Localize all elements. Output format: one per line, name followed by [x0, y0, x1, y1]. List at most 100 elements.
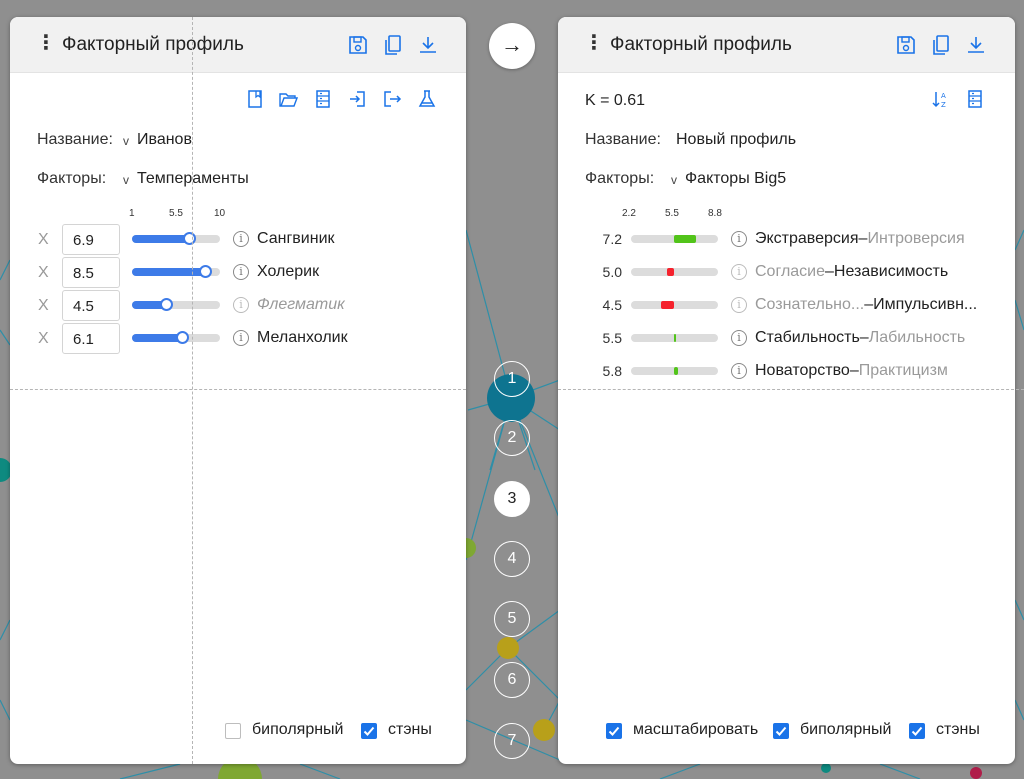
scale-min-label: 2.2 — [622, 208, 636, 219]
stens-checkbox[interactable] — [909, 723, 925, 739]
factors-label: Факторы: — [585, 170, 655, 187]
left-panel-header: ⋮ Факторный профиль — [10, 17, 466, 73]
factor-pole-names: Экстраверсия–Интроверсия — [755, 230, 965, 247]
stens-checkbox[interactable] — [361, 723, 377, 739]
list-icon[interactable] — [965, 89, 985, 109]
factor-bar — [661, 301, 674, 309]
profile-name-select[interactable]: Новый профиль — [676, 131, 796, 149]
info-icon[interactable]: i — [731, 297, 747, 313]
factor-value-input[interactable]: 6.1 — [62, 323, 120, 354]
kebab-menu-icon[interactable]: ⋮ — [584, 32, 604, 54]
step-6-button[interactable]: 6 — [494, 662, 530, 698]
book-icon[interactable] — [245, 89, 265, 109]
step-5-button[interactable]: 5 — [494, 601, 530, 637]
bipolar-checkbox[interactable] — [225, 723, 241, 739]
factor-name: Меланхолик — [257, 329, 348, 346]
factor-bar — [674, 367, 678, 375]
checkmark-icon — [363, 726, 375, 736]
remove-factor-button[interactable]: X — [38, 264, 49, 282]
right-factor-profile-panel: ⋮ Факторный профиль K = 0.61 AZ Название… — [558, 17, 1015, 764]
checkmark-icon — [775, 726, 787, 736]
factor-pole-names: Согласие–Независимость — [755, 263, 949, 280]
info-icon[interactable]: i — [731, 363, 747, 379]
checkmark-icon — [911, 726, 923, 736]
factors-select[interactable]: Факторы Big5 — [685, 170, 786, 188]
left-factor-profile-panel: ⋮ Факторный профиль Название: v Иванов Ф… — [10, 17, 466, 764]
remove-factor-button[interactable]: X — [38, 231, 49, 249]
factor-name: Холерик — [257, 263, 320, 280]
factor-name: Сангвиник — [257, 230, 335, 247]
slider-thumb[interactable] — [160, 298, 173, 311]
horizontal-guide-line — [10, 389, 466, 390]
bipolar-label: биполярный — [252, 721, 344, 738]
save-icon[interactable] — [347, 34, 369, 56]
info-icon[interactable]: i — [731, 231, 747, 247]
sort-az-icon[interactable]: AZ — [931, 89, 951, 109]
chevron-down-icon[interactable]: v — [123, 134, 129, 148]
list-icon[interactable] — [313, 89, 333, 109]
step-7-button[interactable]: 7 — [494, 723, 530, 759]
factors-label: Факторы: — [37, 170, 107, 187]
info-icon[interactable]: i — [233, 330, 249, 346]
factor-value: 4.5 — [602, 297, 622, 313]
profile-name-select[interactable]: Иванов — [137, 131, 192, 149]
download-icon[interactable] — [965, 34, 987, 56]
factor-name: Флегматик — [257, 296, 345, 313]
remove-factor-button[interactable]: X — [38, 297, 49, 315]
import-icon[interactable] — [347, 89, 367, 109]
slider-fill — [132, 235, 189, 243]
scale-max-label: 10 — [214, 208, 226, 219]
save-icon[interactable] — [895, 34, 917, 56]
name-label: Название: — [585, 131, 661, 148]
factor-value: 7.2 — [602, 231, 622, 247]
flask-icon[interactable] — [417, 89, 437, 109]
download-icon[interactable] — [417, 34, 439, 56]
scale-max-label: 8.8 — [708, 208, 722, 219]
remove-factor-button[interactable]: X — [38, 330, 49, 348]
scale-checkbox[interactable] — [606, 723, 622, 739]
factor-value-input[interactable]: 6.9 — [62, 224, 120, 255]
name-label: Название: — [37, 131, 113, 148]
factor-value: 5.0 — [602, 264, 622, 280]
copy-icon[interactable] — [382, 34, 404, 56]
transfer-arrow-button[interactable]: → — [489, 23, 535, 69]
info-icon[interactable]: i — [233, 297, 249, 313]
factor-bar — [674, 334, 676, 342]
step-4-button[interactable]: 4 — [494, 541, 530, 577]
bipolar-checkbox[interactable] — [773, 723, 789, 739]
step-1-button[interactable]: 1 — [494, 361, 530, 397]
factor-pole-names: Стабильность–Лабильность — [755, 329, 966, 346]
kebab-menu-icon[interactable]: ⋮ — [36, 32, 56, 54]
factor-bar — [674, 235, 696, 243]
factor-bar-track — [631, 268, 718, 276]
stens-label: стэны — [936, 721, 980, 738]
factor-pole-names: Сознательно...–Импульсивн... — [755, 296, 978, 313]
info-icon[interactable]: i — [731, 264, 747, 280]
info-icon[interactable]: i — [233, 231, 249, 247]
step-2-button[interactable]: 2 — [494, 420, 530, 456]
info-icon[interactable]: i — [233, 264, 249, 280]
svg-text:Z: Z — [941, 101, 946, 109]
chevron-down-icon[interactable]: v — [671, 173, 677, 187]
export-icon[interactable] — [382, 89, 402, 109]
chevron-down-icon[interactable]: v — [123, 173, 129, 187]
slider-fill — [132, 268, 205, 276]
left-panel-title: Факторный профиль — [62, 34, 244, 55]
copy-icon[interactable] — [930, 34, 952, 56]
slider-thumb[interactable] — [176, 331, 189, 344]
scale-min-label: 1 — [129, 208, 135, 219]
info-icon[interactable]: i — [731, 330, 747, 346]
step-3-button[interactable]: 3 — [494, 481, 530, 517]
factor-value-input[interactable]: 4.5 — [62, 290, 120, 321]
horizontal-guide-line — [558, 389, 1024, 390]
right-panel-title: Факторный профиль — [610, 34, 792, 55]
slider-thumb[interactable] — [183, 232, 196, 245]
factor-value: 5.8 — [602, 363, 622, 379]
folder-open-icon[interactable] — [278, 89, 298, 109]
slider-thumb[interactable] — [199, 265, 212, 278]
factor-value: 5.5 — [602, 330, 622, 346]
stens-label: стэны — [388, 721, 432, 738]
bipolar-label: биполярный — [800, 721, 892, 738]
checkmark-icon — [608, 726, 620, 736]
factor-value-input[interactable]: 8.5 — [62, 257, 120, 288]
